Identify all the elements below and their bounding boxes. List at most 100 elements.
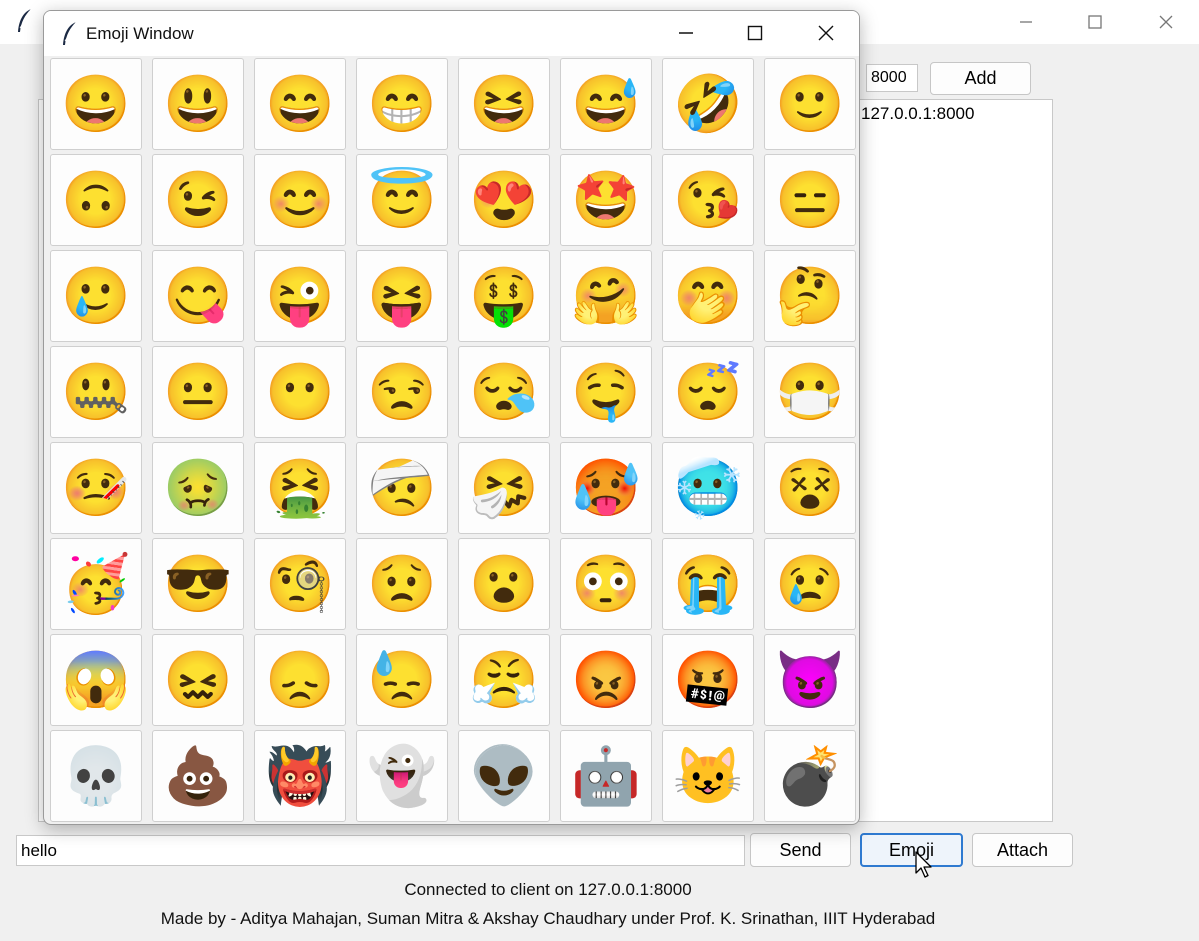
emoji-button-56[interactable]: 💀 [50, 730, 142, 822]
emoji-button[interactable]: Emoji [860, 833, 963, 867]
emoji-button-26[interactable]: 😶 [254, 346, 346, 438]
emoji-glyph: 😞 [265, 648, 335, 711]
emoji-button-57[interactable]: 💩 [152, 730, 244, 822]
emoji-button-27[interactable]: 😒 [356, 346, 448, 438]
emoji-button-23[interactable]: 🤔 [764, 250, 856, 342]
emoji-button-37[interactable]: 🥵 [560, 442, 652, 534]
emoji-button-15[interactable]: 😑 [764, 154, 856, 246]
emoji-glyph: 🤩 [571, 168, 641, 231]
emoji-button-46[interactable]: 😭 [662, 538, 754, 630]
main-close-button[interactable] [1143, 0, 1189, 44]
emoji-glyph: 😉 [163, 168, 233, 231]
emoji-button-54[interactable]: 🤬 [662, 634, 754, 726]
emoji-glyph: 🤐 [61, 360, 131, 423]
main-maximize-button[interactable] [1072, 0, 1118, 44]
emoji-button-12[interactable]: 😍 [458, 154, 550, 246]
emoji-button-48[interactable]: 😱 [50, 634, 142, 726]
list-item[interactable]: 127.0.0.1:8000 [861, 104, 974, 124]
emoji-button-3[interactable]: 😁 [356, 58, 448, 150]
emoji-glyph: 😇 [367, 168, 437, 231]
emoji-button-45[interactable]: 😳 [560, 538, 652, 630]
emoji-button-50[interactable]: 😞 [254, 634, 346, 726]
emoji-button-60[interactable]: 👽 [458, 730, 550, 822]
emoji-button-40[interactable]: 🥳 [50, 538, 142, 630]
emoji-glyph: 😅 [571, 72, 641, 135]
emoji-button-30[interactable]: 😴 [662, 346, 754, 438]
emoji-button-62[interactable]: 😺 [662, 730, 754, 822]
emoji-button-29[interactable]: 🤤 [560, 346, 652, 438]
emoji-button-28[interactable]: 😪 [458, 346, 550, 438]
emoji-button-52[interactable]: 😤 [458, 634, 550, 726]
emoji-glyph: 😐 [163, 360, 233, 423]
message-input[interactable]: hello [16, 835, 745, 866]
main-minimize-button[interactable] [1003, 0, 1049, 44]
emoji-button-44[interactable]: 😮 [458, 538, 550, 630]
emoji-button-14[interactable]: 😘 [662, 154, 754, 246]
emoji-button-39[interactable]: 😵 [764, 442, 856, 534]
emoji-button-61[interactable]: 🤖 [560, 730, 652, 822]
emoji-button-18[interactable]: 😜 [254, 250, 346, 342]
emoji-button-43[interactable]: 😟 [356, 538, 448, 630]
add-button-label: Add [964, 68, 997, 88]
emoji-button-49[interactable]: 😖 [152, 634, 244, 726]
send-button[interactable]: Send [750, 833, 851, 867]
emoji-button-9[interactable]: 😉 [152, 154, 244, 246]
emoji-glyph: 🤔 [775, 264, 845, 327]
emoji-button-47[interactable]: 😢 [764, 538, 856, 630]
emoji-button-16[interactable]: 🥲 [50, 250, 142, 342]
emoji-glyph: 😷 [775, 360, 845, 423]
emoji-button-55[interactable]: 😈 [764, 634, 856, 726]
emoji-button-19[interactable]: 😝 [356, 250, 448, 342]
emoji-glyph: 🤢 [163, 456, 233, 519]
emoji-button-36[interactable]: 🤧 [458, 442, 550, 534]
emoji-button-32[interactable]: 🤒 [50, 442, 142, 534]
emoji-glyph: 😆 [469, 72, 539, 135]
emoji-button-31[interactable]: 😷 [764, 346, 856, 438]
emoji-glyph: 😀 [61, 72, 131, 135]
emoji-glyph: 😍 [469, 168, 539, 231]
emoji-button-24[interactable]: 🤐 [50, 346, 142, 438]
emoji-button-20[interactable]: 🤑 [458, 250, 550, 342]
emoji-button-51[interactable]: 😓 [356, 634, 448, 726]
port-input[interactable]: 8000 [866, 64, 918, 92]
emoji-button-7[interactable]: 🙂 [764, 58, 856, 150]
emoji-maximize-button[interactable] [732, 11, 778, 55]
emoji-glyph: 🥵 [571, 456, 641, 519]
emoji-button-41[interactable]: 😎 [152, 538, 244, 630]
emoji-button-59[interactable]: 👻 [356, 730, 448, 822]
emoji-button-42[interactable]: 🧐 [254, 538, 346, 630]
emoji-glyph: 😱 [61, 648, 131, 711]
emoji-button-13[interactable]: 🤩 [560, 154, 652, 246]
emoji-button-10[interactable]: 😊 [254, 154, 346, 246]
emoji-button-35[interactable]: 🤕 [356, 442, 448, 534]
emoji-button-1[interactable]: 😃 [152, 58, 244, 150]
emoji-glyph: 😝 [367, 264, 437, 327]
emoji-glyph: 💩 [163, 744, 233, 807]
emoji-glyph: 😖 [163, 648, 233, 711]
emoji-button-25[interactable]: 😐 [152, 346, 244, 438]
emoji-button-21[interactable]: 🤗 [560, 250, 652, 342]
emoji-button-5[interactable]: 😅 [560, 58, 652, 150]
emoji-button-4[interactable]: 😆 [458, 58, 550, 150]
feather-icon [63, 21, 77, 45]
emoji-button-63[interactable]: 💣 [764, 730, 856, 822]
emoji-button-34[interactable]: 🤮 [254, 442, 346, 534]
emoji-close-button[interactable] [803, 11, 849, 55]
attach-button-label: Attach [996, 839, 1049, 860]
send-button-label: Send [779, 839, 822, 860]
emoji-button-6[interactable]: 🤣 [662, 58, 754, 150]
emoji-button-2[interactable]: 😄 [254, 58, 346, 150]
emoji-button-33[interactable]: 🤢 [152, 442, 244, 534]
emoji-button-11[interactable]: 😇 [356, 154, 448, 246]
attach-button[interactable]: Attach [972, 833, 1073, 867]
emoji-button-53[interactable]: 😡 [560, 634, 652, 726]
emoji-button-38[interactable]: 🥶 [662, 442, 754, 534]
emoji-button-58[interactable]: 👹 [254, 730, 346, 822]
emoji-button-0[interactable]: 😀 [50, 58, 142, 150]
emoji-button-22[interactable]: 🤭 [662, 250, 754, 342]
add-button[interactable]: Add [930, 62, 1031, 95]
emoji-glyph: 🤣 [673, 72, 743, 135]
emoji-button-8[interactable]: 🙃 [50, 154, 142, 246]
emoji-minimize-button[interactable] [663, 11, 709, 55]
emoji-button-17[interactable]: 😋 [152, 250, 244, 342]
